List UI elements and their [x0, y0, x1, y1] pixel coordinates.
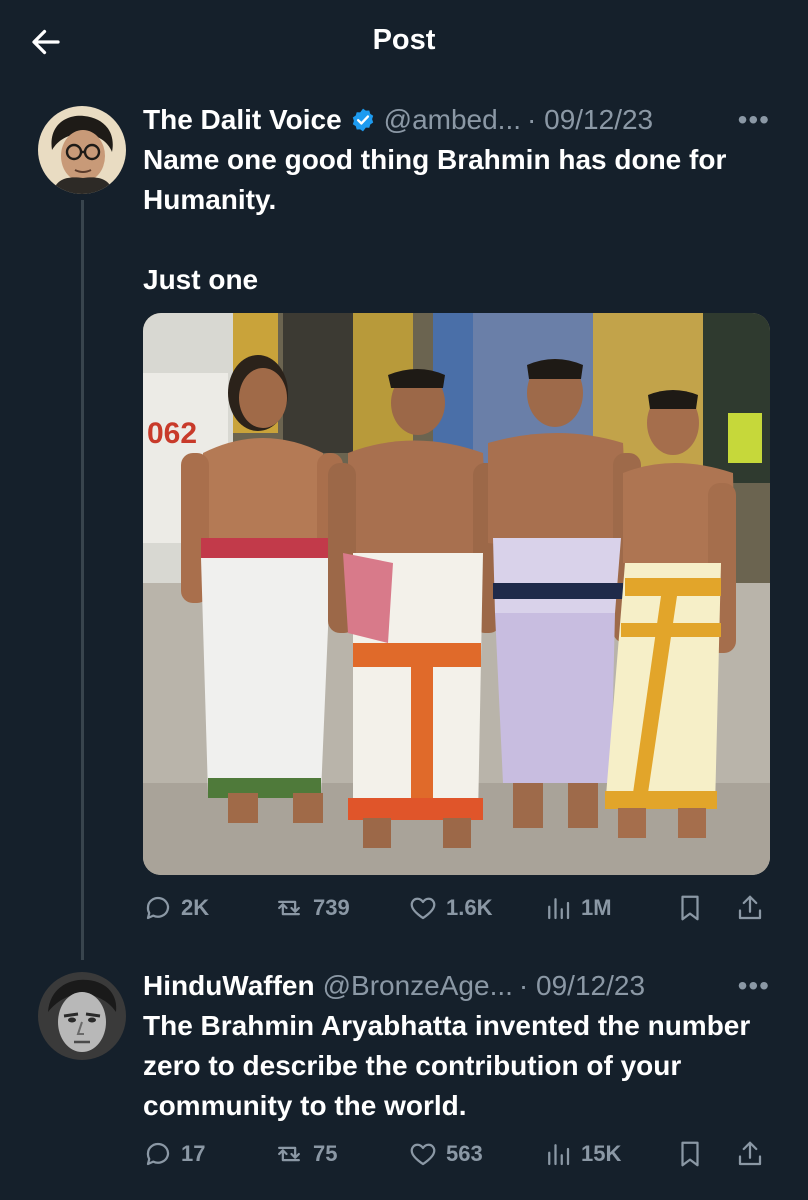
page-title: Post [372, 24, 436, 56]
heart-icon [410, 1143, 436, 1166]
views-count: 1M [581, 895, 612, 920]
tweet-actions: 2K 739 1.6K 1M [143, 888, 783, 928]
bookmark-button[interactable] [675, 888, 705, 928]
share-button[interactable] [735, 888, 765, 928]
reply-button[interactable]: 2K [143, 888, 209, 928]
repost-count: 739 [313, 895, 350, 920]
bookmark-button[interactable] [675, 1134, 705, 1174]
more-options-icon[interactable]: ••• [738, 972, 770, 1000]
tweet-text: The Brahmin Aryabhatta invented the numb… [143, 1010, 751, 1121]
like-button[interactable]: 563 [408, 1134, 483, 1174]
repost-icon [278, 1146, 300, 1162]
like-count: 1.6K [446, 895, 493, 920]
views-count: 15K [581, 1141, 622, 1166]
tweet-meta: The Dalit Voice @ambed... · 09/12/23 [143, 100, 653, 140]
heart-icon [410, 897, 436, 920]
like-count: 563 [446, 1141, 483, 1166]
views-button[interactable]: 1M [543, 888, 612, 928]
repost-count: 75 [313, 1141, 338, 1166]
reply-count: 2K [181, 895, 210, 920]
tweet-photo[interactable]: 062 [143, 313, 770, 875]
like-button[interactable]: 1.6K [408, 888, 492, 928]
tweet-actions: 17 75 563 15K [143, 1134, 783, 1174]
avatar[interactable] [38, 106, 126, 194]
share-icon [738, 895, 762, 920]
reply-icon [146, 1142, 170, 1166]
tweet-meta: HinduWaffen @BronzeAge... · 09/12/23 [143, 966, 645, 1006]
bookmark-icon [681, 895, 699, 921]
reply-count: 17 [181, 1141, 206, 1166]
share-button[interactable] [735, 1134, 765, 1174]
display-name[interactable]: The Dalit Voice [143, 104, 342, 136]
display-name[interactable]: HinduWaffen [143, 970, 315, 1002]
repost-button[interactable]: 739 [273, 888, 350, 928]
reply-icon [146, 896, 170, 920]
post-date[interactable]: · 09/12/23 [527, 104, 653, 136]
reply-button[interactable]: 17 [143, 1134, 205, 1174]
more-options-icon[interactable]: ••• [738, 106, 770, 134]
user-handle[interactable]: @ambed... [384, 104, 521, 136]
views-chart-icon [548, 898, 570, 920]
views-button[interactable]: 15K [543, 1134, 621, 1174]
repost-icon [278, 900, 300, 916]
user-handle[interactable]: @BronzeAge... [323, 970, 513, 1002]
avatar[interactable] [38, 972, 126, 1060]
views-chart-icon [548, 1144, 570, 1166]
tweet-text: Name one good thing Brahmin has done for… [143, 144, 727, 295]
bookmark-icon [681, 1141, 699, 1167]
share-icon [738, 1141, 762, 1166]
photo-sign-number: 062 [147, 417, 197, 450]
thread-connector-line [81, 200, 84, 960]
post-date[interactable]: · 09/12/23 [519, 970, 645, 1002]
post-header: Post [0, 0, 808, 84]
repost-button[interactable]: 75 [273, 1134, 337, 1174]
verified-badge-icon [350, 107, 376, 133]
